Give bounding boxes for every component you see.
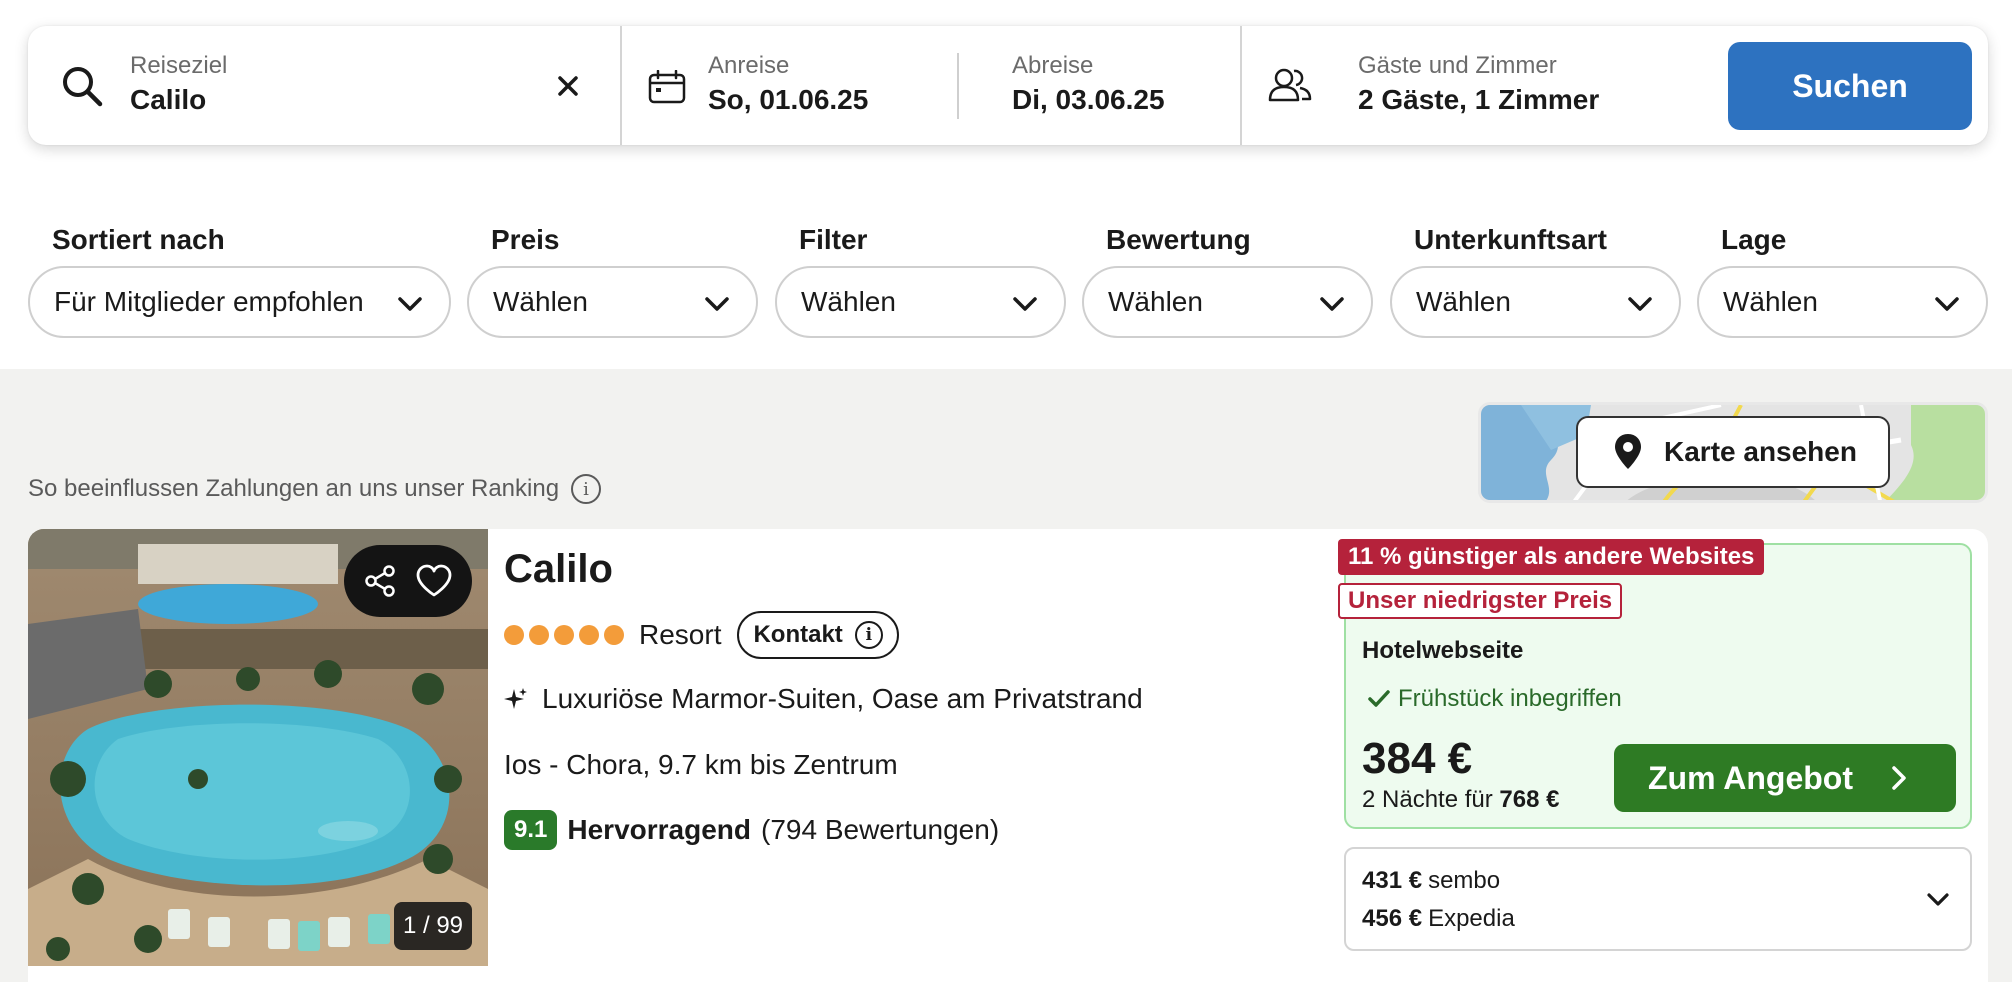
- star-rating: [504, 625, 629, 645]
- accommodation-type-label: Unterkunftsart: [1414, 224, 1607, 255]
- breakfast-text: Frühstück inbegriffen: [1398, 685, 1622, 712]
- chevron-down-icon: [1628, 297, 1652, 311]
- accommodation-type-value: Wählen: [1416, 286, 1511, 317]
- sort-label: Sortiert nach: [52, 224, 225, 255]
- total-value: 768 €: [1499, 786, 1560, 813]
- location-text: Ios - Chora, 9.7 km bis Zentrum: [504, 749, 898, 780]
- destination-field[interactable]: Reiseziel Calilo: [28, 26, 620, 145]
- price-filter-label: Preis: [491, 224, 560, 255]
- rating-dot: [579, 625, 599, 645]
- rating-filter-value: Wählen: [1108, 286, 1203, 317]
- nightly-price: 384 €: [1362, 734, 1473, 783]
- score-badge: 9.1: [504, 810, 558, 850]
- guests-label: Gäste und Zimmer: [1358, 52, 1557, 79]
- rating-dot: [529, 625, 549, 645]
- search-bar: Reiseziel Calilo Anreise So, 01.06.25 Ab…: [28, 26, 1988, 145]
- lowest-price-badge: Unser niedrigster Preis: [1338, 583, 1623, 619]
- checkin-label: Anreise: [708, 52, 790, 79]
- accommodation-type-select[interactable]: Wählen: [1390, 266, 1681, 338]
- chevron-down-icon: [1320, 297, 1344, 311]
- chevron-down-icon: [398, 297, 422, 311]
- heart-icon[interactable]: [415, 564, 453, 598]
- hotel-name[interactable]: Calilo: [504, 547, 613, 592]
- guests-icon: [1268, 68, 1312, 102]
- review-row[interactable]: 9.1 Hervorragend (794 Bewertungen): [504, 810, 999, 850]
- review-count: (794 Bewertungen): [761, 814, 1000, 845]
- clear-icon[interactable]: [556, 74, 580, 98]
- info-icon: i: [854, 621, 883, 649]
- photo-counter: 1 / 99: [394, 902, 472, 950]
- divider: [957, 53, 959, 119]
- other-offer-row[interactable]: 456 € Expedia: [1362, 905, 1515, 933]
- ranking-note[interactable]: So beeinflussen Zahlungen an uns unser R…: [28, 474, 602, 504]
- chevron-down-icon: [1013, 297, 1037, 311]
- contact-button[interactable]: Kontakt i: [737, 611, 899, 659]
- sort-select[interactable]: Für Mitglieder empfohlen: [28, 266, 451, 338]
- calendar-icon: [648, 70, 686, 104]
- guests-field[interactable]: Gäste und Zimmer 2 Gäste, 1 Zimmer: [1242, 26, 1712, 145]
- total-prefix: 2 Nächte für: [1362, 786, 1493, 813]
- contact-label: Kontakt: [753, 621, 843, 648]
- location-filter-label: Lage: [1721, 224, 1787, 255]
- checkin-value: So, 01.06.25: [708, 84, 869, 115]
- breakfast-info: Frühstück inbegriffen: [1368, 685, 1622, 713]
- ranking-note-text: So beeinflussen Zahlungen an uns unser R…: [28, 475, 560, 502]
- rating-filter-label: Bewertung: [1106, 224, 1251, 255]
- highlight-row: Luxuriöse Marmor-Suiten, Oase am Privats…: [504, 683, 1143, 715]
- other-offer-row[interactable]: 431 € sembo: [1362, 867, 1500, 895]
- destination-label: Reiseziel: [130, 52, 228, 79]
- search-icon: [63, 67, 103, 107]
- rating-filter-select[interactable]: Wählen: [1082, 266, 1373, 338]
- info-icon[interactable]: i: [571, 474, 602, 504]
- offer-price: 431 €: [1362, 867, 1423, 894]
- offer-provider: sembo: [1428, 867, 1501, 894]
- guests-value: 2 Gäste, 1 Zimmer: [1358, 84, 1600, 115]
- rating-word: Hervorragend: [567, 814, 751, 845]
- rating-dot: [504, 625, 524, 645]
- deal-provider: Hotelwebseite: [1362, 637, 1524, 664]
- location-filter-select[interactable]: Wählen: [1697, 266, 1988, 338]
- search-button[interactable]: Suchen: [1728, 42, 1972, 130]
- check-icon: [1368, 690, 1390, 707]
- filter-select[interactable]: Wählen: [775, 266, 1066, 338]
- chevron-down-icon: [705, 297, 729, 311]
- filter-label: Filter: [799, 224, 868, 255]
- sort-value: Für Mitglieder empfohlen: [54, 286, 364, 317]
- rating-row: Resort Kontakt i: [504, 611, 899, 659]
- savings-badge: 11 % günstiger als andere Websites: [1338, 539, 1765, 575]
- rating-dot: [554, 625, 574, 645]
- offer-price: 456 €: [1362, 905, 1423, 932]
- chevron-right-icon: [1892, 766, 1906, 790]
- photo-actions: [344, 545, 472, 617]
- hotel-photo[interactable]: 1 / 99: [28, 529, 488, 966]
- view-deal-label: Zum Angebot: [1648, 759, 1853, 796]
- destination-value[interactable]: Calilo: [130, 84, 206, 116]
- rating-dot: [604, 625, 624, 645]
- checkout-value: Di, 03.06.25: [1012, 84, 1165, 115]
- map-pin-icon: [1615, 434, 1641, 469]
- price-filter-select[interactable]: Wählen: [467, 266, 758, 338]
- accommodation-type: Resort: [639, 619, 722, 650]
- total-price: 2 Nächte für 768 €: [1362, 786, 1559, 814]
- highlight-text: Luxuriöse Marmor-Suiten, Oase am Privats…: [542, 683, 1143, 714]
- chevron-down-icon: [1935, 297, 1959, 311]
- offer-provider: Expedia: [1428, 905, 1515, 932]
- checkout-field[interactable]: Abreise Di, 03.06.25: [960, 26, 1268, 145]
- checkin-field[interactable]: Anreise So, 01.06.25: [622, 26, 952, 145]
- sparkle-icon: [504, 688, 527, 709]
- price-filter-value: Wählen: [493, 286, 588, 317]
- hotel-card[interactable]: 1 / 99 Calilo Resort Kontakt i Luxuriöse…: [28, 529, 1988, 982]
- show-map-button[interactable]: Karte ansehen: [1576, 416, 1890, 488]
- other-offers[interactable]: 431 € sembo 456 € Expedia: [1344, 847, 1972, 951]
- checkout-label: Abreise: [1012, 52, 1094, 79]
- view-deal-button[interactable]: Zum Angebot: [1614, 744, 1956, 812]
- share-icon[interactable]: [363, 564, 397, 598]
- location-filter-value: Wählen: [1723, 286, 1818, 317]
- show-map-label: Karte ansehen: [1664, 436, 1857, 467]
- chevron-down-icon[interactable]: [1926, 887, 1950, 911]
- filter-value: Wählen: [801, 286, 896, 317]
